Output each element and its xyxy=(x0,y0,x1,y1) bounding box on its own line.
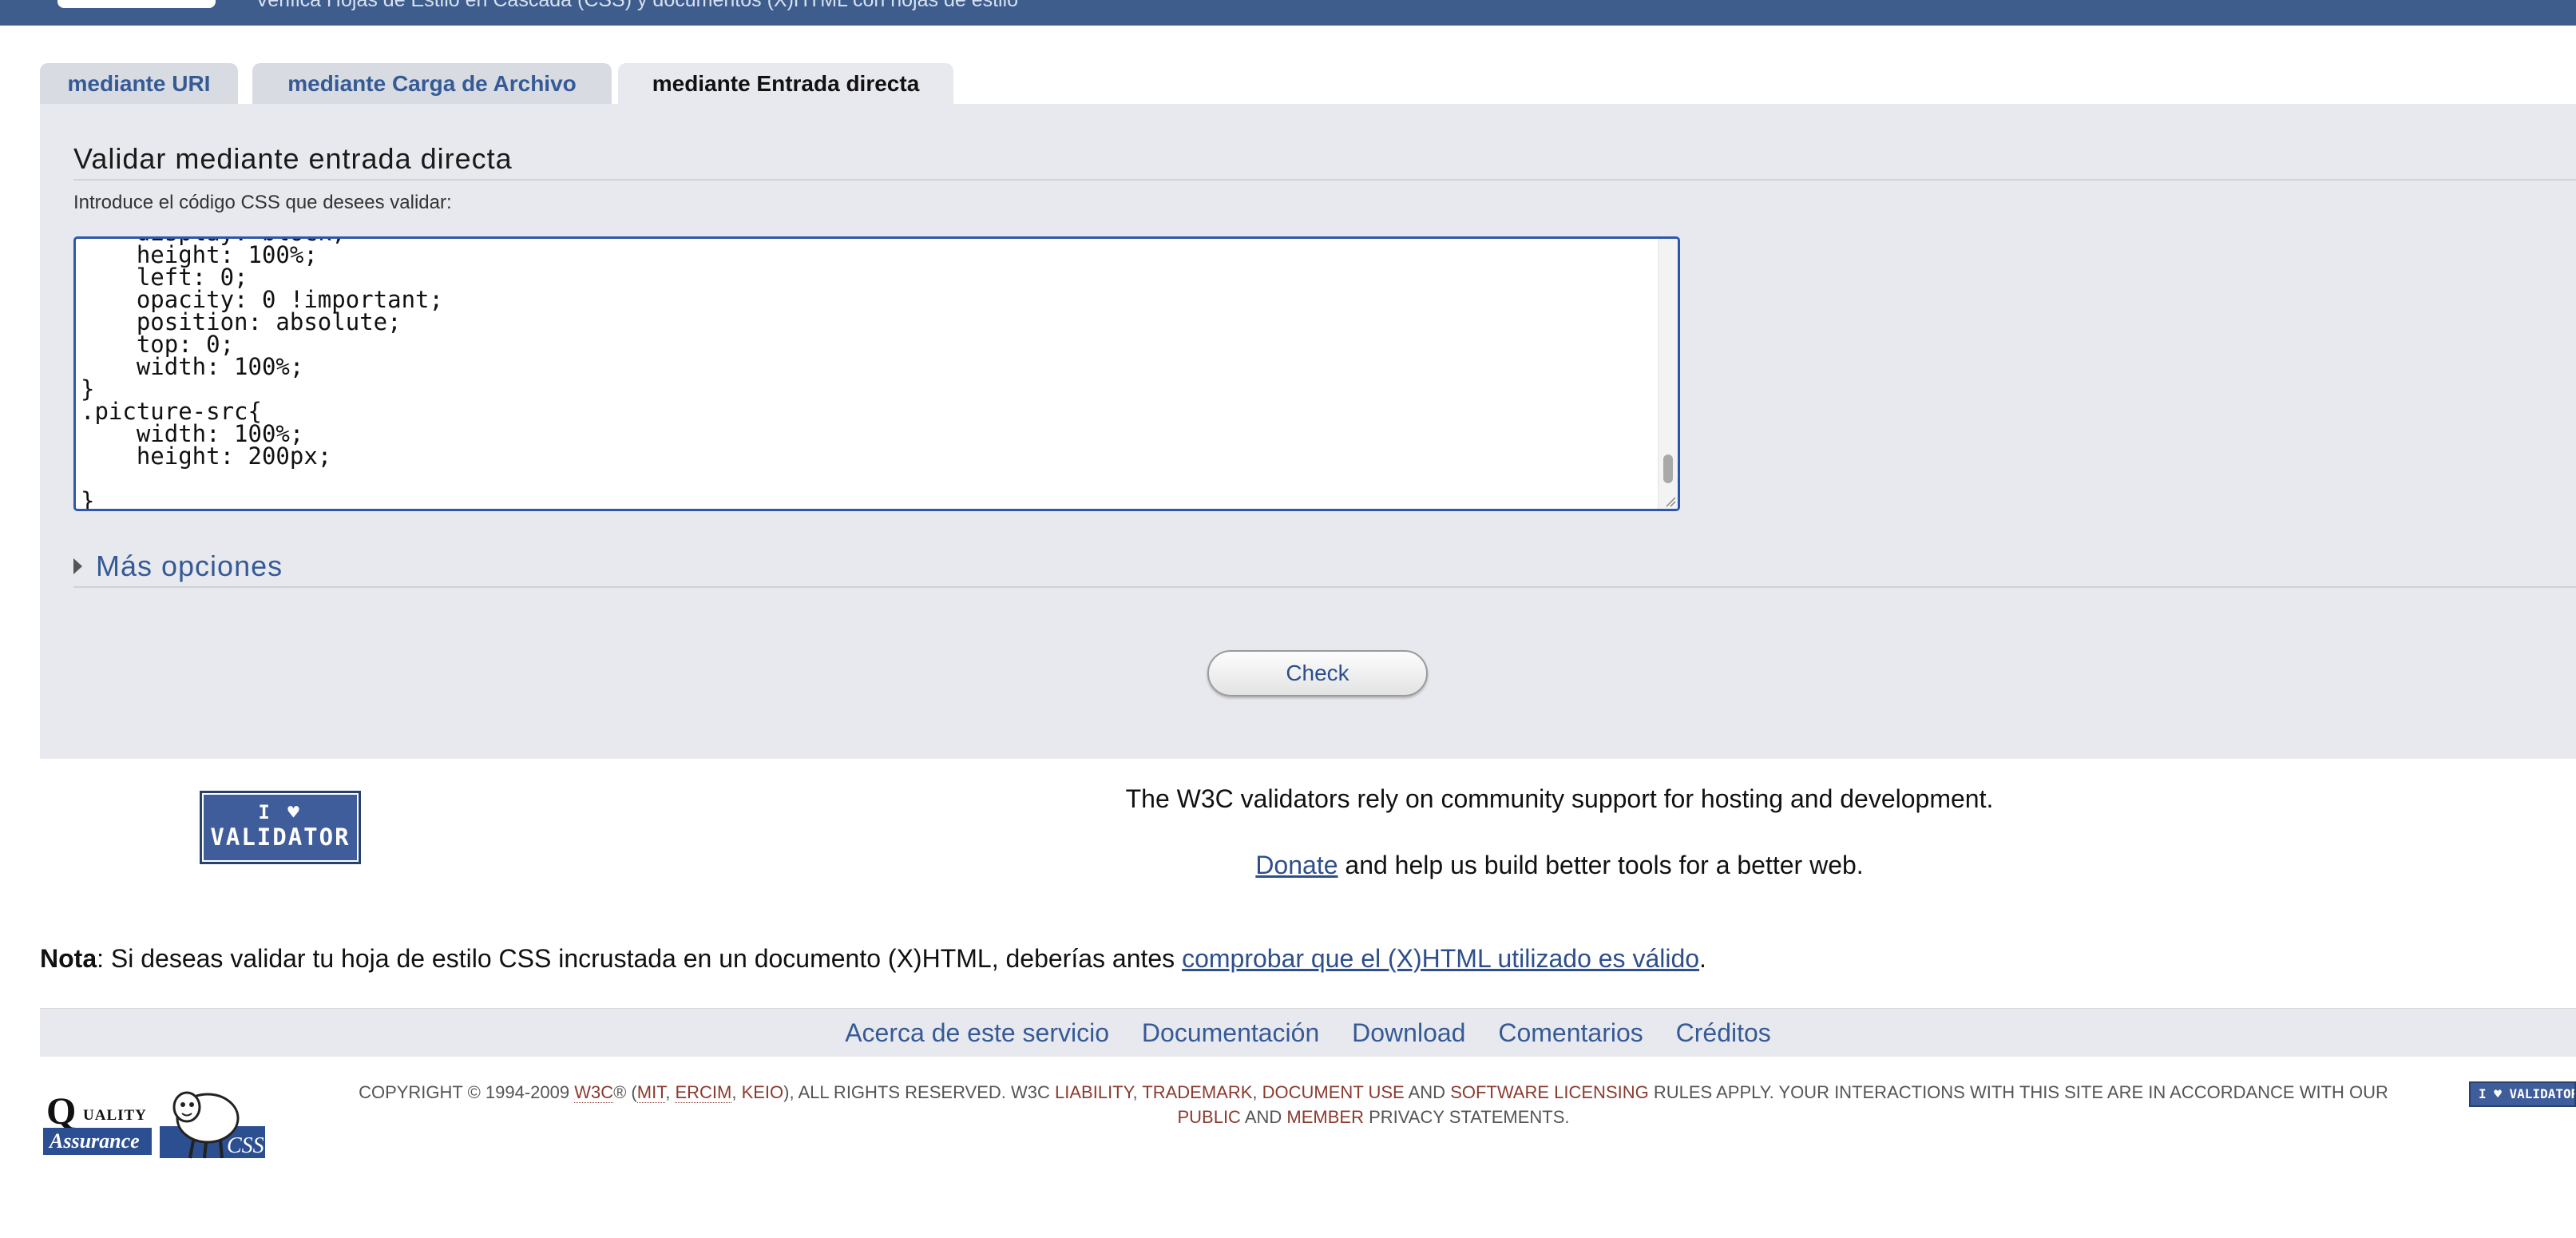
footer-navigation: Acerca de este servicio Documentación Do… xyxy=(40,1008,2576,1057)
css-sheep-logo-icon[interactable]: CSS xyxy=(158,1080,267,1160)
scrollbar-thumb[interactable] xyxy=(1663,454,1673,483)
qa-logo-q: Q xyxy=(46,1090,77,1133)
i-love-validator-badge[interactable]: I ♥ VALIDATOR xyxy=(200,791,361,864)
keio-link[interactable]: Keio xyxy=(742,1082,784,1102)
copyright-text: , xyxy=(731,1082,742,1102)
section-divider xyxy=(73,179,2576,181)
mini-validator-badge[interactable]: I ♥ VALIDATOR xyxy=(2469,1081,2576,1107)
donate-line: Donate and help us build better tools fo… xyxy=(965,851,2154,880)
footer-link-credits[interactable]: Créditos xyxy=(1676,1018,1771,1047)
copyright-text: ), All Rights Reserved. W3C xyxy=(783,1082,1056,1102)
footer-link-about[interactable]: Acerca de este servicio xyxy=(845,1018,1109,1047)
copyright-text: ® ( xyxy=(613,1082,637,1102)
sheep-logo-text: CSS xyxy=(227,1133,264,1158)
trademark-link[interactable]: trademark xyxy=(1142,1082,1252,1102)
mit-link[interactable]: MIT xyxy=(636,1082,666,1103)
resize-handle-icon[interactable] xyxy=(1665,496,1676,507)
site-header: Verifica Hojas de Estilo en Cascada (CSS… xyxy=(0,0,2576,26)
footer-link-download[interactable]: Download xyxy=(1352,1018,1465,1047)
footer-link-documentation[interactable]: Documentación xyxy=(1142,1018,1319,1047)
expand-triangle-icon xyxy=(73,558,82,574)
support-line: The W3C validators rely on community sup… xyxy=(1125,784,1994,813)
quality-assurance-logo[interactable]: Q UALITY Assurance xyxy=(43,1089,155,1155)
tab-by-file-upload[interactable]: mediante Carga de Archivo xyxy=(252,63,612,105)
copyright-text: , xyxy=(1252,1082,1262,1102)
community-support-message: The W3C validators rely on community sup… xyxy=(965,784,2154,880)
css-code-content[interactable]: display: block; height: 100%; left: 0; o… xyxy=(81,239,443,509)
check-button[interactable]: Check xyxy=(1207,650,1428,696)
copyright-text: , xyxy=(1132,1082,1143,1102)
css-input-textarea[interactable]: display: block; height: 100%; left: 0; o… xyxy=(73,236,1680,511)
note-text: : Si deseas validar tu hoja de estilo CS… xyxy=(97,944,1183,973)
copyright-notice: Copyright © 1994-2009 W3C® (MIT, ERCIM, … xyxy=(335,1080,2412,1129)
note-label: Nota xyxy=(40,944,97,973)
more-options-label: Más opciones xyxy=(96,550,283,582)
document-use-link[interactable]: document use xyxy=(1262,1082,1405,1102)
copyright-text: and xyxy=(1240,1107,1287,1127)
direct-input-panel: Validar mediante entrada directa Introdu… xyxy=(40,104,2576,759)
header-subtitle: Verifica Hojas de Estilo en Cascada (CSS… xyxy=(256,0,1019,11)
qa-logo-uality: UALITY xyxy=(83,1107,147,1124)
liability-link[interactable]: liability xyxy=(1055,1082,1132,1102)
copyright-text: and xyxy=(1404,1082,1451,1102)
tab-by-uri[interactable]: mediante URI xyxy=(40,63,238,105)
public-privacy-link[interactable]: public xyxy=(1177,1107,1240,1127)
donate-link[interactable]: Donate xyxy=(1255,851,1338,879)
w3c-link[interactable]: W3C xyxy=(574,1082,614,1103)
validate-xhtml-link[interactable]: comprobar que el (X)HTML utilizado es vá… xyxy=(1182,944,1699,973)
copyright-text: Copyright © 1994-2009 xyxy=(359,1082,575,1102)
more-options-toggle[interactable]: Más opciones xyxy=(73,550,283,583)
badge-heart-line: I ♥ xyxy=(258,801,303,823)
header-logo-box[interactable] xyxy=(57,0,216,8)
textarea-scrollbar[interactable] xyxy=(1658,239,1678,509)
instructions-label: Introduce el código CSS que desees valid… xyxy=(73,192,452,213)
ercim-link[interactable]: ERCIM xyxy=(675,1082,732,1103)
copyright-text: privacy statements. xyxy=(1363,1107,1570,1127)
more-options-divider xyxy=(73,586,2576,588)
badge-validator-line: VALIDATOR xyxy=(210,823,351,851)
section-title: Validar mediante entrada directa xyxy=(73,142,513,175)
donate-line-text: and help us build better tools for a bet… xyxy=(1338,851,1864,879)
copyright-text: rules apply. Your interactions with this… xyxy=(1648,1082,2388,1102)
footer-link-feedback[interactable]: Comentarios xyxy=(1498,1018,1643,1047)
software-licensing-link[interactable]: software licensing xyxy=(1450,1082,1649,1102)
member-privacy-link[interactable]: Member xyxy=(1286,1107,1364,1127)
note-end: . xyxy=(1699,944,1706,973)
note-paragraph: Nota: Si deseas validar tu hoja de estil… xyxy=(40,944,1706,974)
tab-by-direct-input[interactable]: mediante Entrada directa xyxy=(618,63,953,106)
qa-logo-assurance: Assurance xyxy=(43,1128,152,1155)
copyright-text: , xyxy=(665,1082,676,1102)
